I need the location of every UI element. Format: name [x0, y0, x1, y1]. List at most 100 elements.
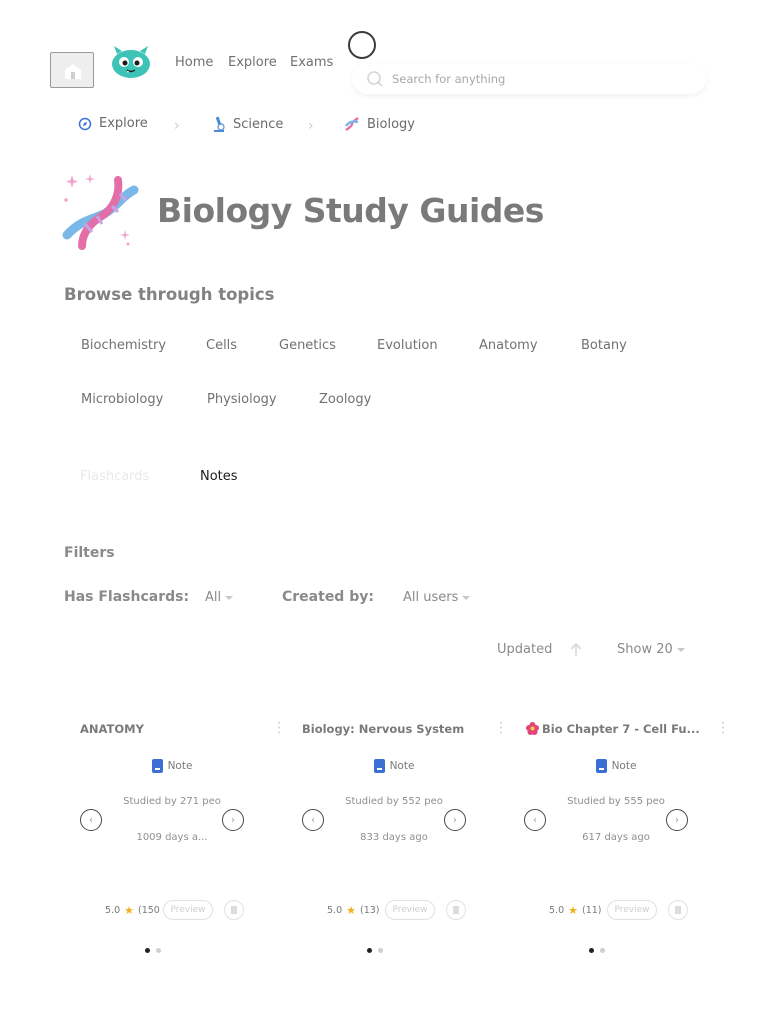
bookmark-button[interactable] [668, 900, 688, 920]
nav-home[interactable]: Home [175, 55, 213, 70]
card-title[interactable]: ANATOMY [80, 722, 260, 736]
carousel-next-button[interactable]: › [222, 809, 244, 831]
chevron-down-icon [676, 647, 685, 652]
breadcrumb-science[interactable]: Science [212, 116, 283, 132]
rating-count: (150 [137, 905, 160, 916]
rating-count: (13) [359, 905, 380, 916]
topic-cells[interactable]: Cells [206, 338, 237, 353]
filters-heading: Filters [64, 545, 115, 561]
created-by-label: Created by: [282, 589, 374, 605]
carousel-next-button[interactable]: › [666, 809, 688, 831]
sort-updated-button[interactable]: Updated [497, 642, 552, 657]
nav-explore[interactable]: Explore [228, 55, 277, 70]
breadcrumb-label: Biology [367, 116, 415, 132]
created-by-select[interactable]: All users [403, 590, 471, 605]
note-icon [373, 759, 385, 773]
has-flashcards-label: Has Flashcards: [64, 589, 190, 605]
topic-anatomy[interactable]: Anatomy [479, 338, 538, 353]
carousel-dot[interactable] [145, 948, 150, 953]
created-by-value: All users [403, 590, 459, 605]
topic-botany[interactable]: Botany [581, 338, 627, 353]
page-title: Biology Study Guides [157, 191, 544, 230]
breadcrumb-biology[interactable]: Biology [344, 116, 415, 132]
more-options-icon[interactable]: ⋮ [494, 721, 508, 735]
chevron-down-icon [462, 595, 471, 600]
tab-notes[interactable]: Notes [200, 469, 238, 484]
topic-biochemistry[interactable]: Biochemistry [81, 338, 166, 353]
rating: 5.0 ★ (150 [105, 904, 160, 917]
updated-ago: 617 days ago [582, 832, 650, 843]
carousel-next-button[interactable]: › [444, 809, 466, 831]
search-input[interactable] [392, 70, 692, 88]
study-guide-card[interactable]: Bio Chapter 7 - Cell Fu... ⋮ Note Studie… [516, 708, 738, 972]
tab-flashcards[interactable]: Flashcards [80, 469, 149, 484]
topic-genetics[interactable]: Genetics [279, 338, 336, 353]
more-options-icon[interactable]: ⋮ [272, 721, 286, 735]
arrow-up-icon[interactable] [569, 642, 583, 662]
dna-icon [345, 117, 359, 131]
card-title[interactable]: Biology: Nervous System [302, 722, 482, 736]
note-icon [151, 759, 163, 773]
breadcrumb-explore[interactable]: Explore [78, 116, 148, 131]
sort-label: Updated [497, 642, 553, 657]
carousel-dot[interactable] [367, 948, 372, 953]
home-icon [65, 64, 81, 79]
carousel-dot[interactable] [589, 948, 594, 953]
preview-button[interactable]: Preview [163, 900, 213, 920]
topic-evolution[interactable]: Evolution [377, 338, 438, 353]
carousel-dot[interactable] [378, 948, 383, 953]
chevron-right-icon: › [308, 118, 314, 134]
carousel-prev-button[interactable]: ‹ [80, 809, 102, 831]
breadcrumb-label: Science [233, 116, 284, 132]
star-icon: ★ [346, 904, 356, 917]
carousel-dots [367, 948, 383, 953]
carousel-dot[interactable] [600, 948, 605, 953]
updated-ago: 1009 days a... [136, 832, 208, 843]
bookmark-button[interactable] [224, 900, 244, 920]
bookmark-icon [675, 906, 681, 914]
updated-ago: 833 days ago [360, 832, 428, 843]
browse-topics-heading: Browse through topics [64, 285, 275, 304]
breadcrumb-label: Explore [99, 116, 148, 131]
chevron-down-icon [225, 595, 234, 600]
loading-ring-icon [348, 31, 376, 59]
carousel-dot[interactable] [156, 948, 161, 953]
star-icon: ★ [568, 904, 578, 917]
rating-value: 5.0 [549, 905, 565, 916]
bookmark-button[interactable] [446, 900, 466, 920]
logo-mascot[interactable] [110, 44, 152, 84]
topic-physiology[interactable]: Physiology [207, 392, 277, 407]
study-guide-card[interactable]: ANATOMY ⋮ Note Studied by 271 peo 1009 d… [72, 708, 294, 972]
studied-count: Studied by 552 peo [345, 796, 443, 807]
note-type-label: Note [389, 760, 415, 772]
home-button[interactable] [50, 52, 94, 88]
bookmark-icon [453, 906, 459, 914]
card-title[interactable]: Bio Chapter 7 - Cell Fu... [526, 722, 712, 736]
page-size-label: Show 20 [617, 642, 673, 657]
topic-zoology[interactable]: Zoology [319, 392, 371, 407]
note-badge: Note [72, 759, 272, 773]
note-badge: Note [294, 759, 494, 773]
note-type-label: Note [611, 760, 637, 772]
topic-microbiology[interactable]: Microbiology [81, 392, 163, 407]
study-guide-card[interactable]: Biology: Nervous System ⋮ Note Studied b… [294, 708, 516, 972]
chevron-right-icon: › [174, 118, 180, 134]
bookmark-icon [231, 906, 237, 914]
preview-button[interactable]: Preview [607, 900, 657, 920]
more-options-icon[interactable]: ⋮ [716, 721, 730, 735]
page-size-select[interactable]: Show 20 [617, 642, 685, 657]
has-flashcards-select[interactable]: All [205, 590, 234, 605]
studied-count: Studied by 271 peo [123, 796, 221, 807]
search-icon [366, 70, 384, 92]
carousel-prev-button[interactable]: ‹ [302, 809, 324, 831]
carousel-dots [145, 948, 161, 953]
carousel-prev-button[interactable]: ‹ [524, 809, 546, 831]
rating: 5.0 ★ (11) [549, 904, 602, 917]
rating-count: (11) [581, 905, 602, 916]
preview-button[interactable]: Preview [385, 900, 435, 920]
note-icon [595, 759, 607, 773]
mascot-icon [112, 46, 150, 78]
nav-exams[interactable]: Exams [290, 55, 333, 70]
flower-icon [525, 721, 540, 740]
rating: 5.0 ★ (13) [327, 904, 380, 917]
